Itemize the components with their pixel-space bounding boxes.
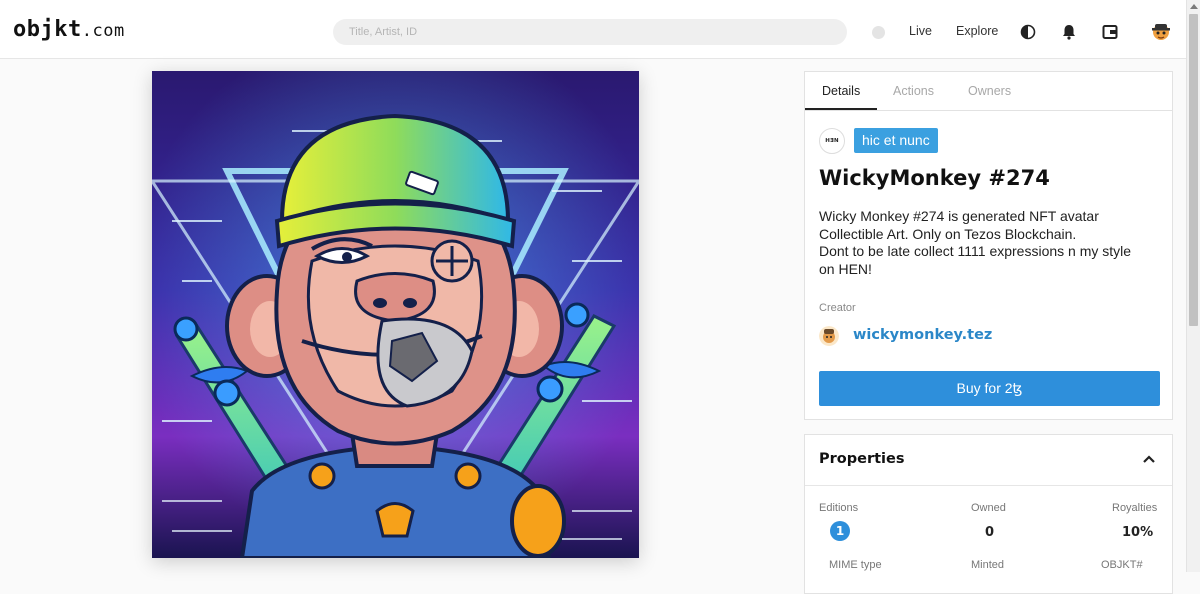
chevron-up-icon[interactable] [1141,452,1157,468]
top-navbar: objkt.com Live Explore [0,0,1186,59]
royalties-label: Royalties [1112,502,1158,514]
live-status-dot [872,26,885,39]
page-scrollbar[interactable] [1186,0,1200,572]
token-description: Wicky Monkey #274 is generated NFT avata… [819,208,1132,277]
nav-live-link[interactable]: Live [909,24,932,38]
tab-owners[interactable]: Owners [968,84,1011,98]
details-panel: Details Actions Owners HƎN hic et nunc W… [804,71,1173,420]
theme-toggle-icon[interactable] [1019,23,1037,41]
owned-label: Owned [971,502,1006,514]
platform-badge[interactable]: hic et nunc [854,128,938,153]
tab-actions[interactable]: Actions [893,84,934,98]
nft-artwork[interactable] [152,71,639,558]
creator-avatar[interactable] [819,326,839,346]
creator-label: Creator [819,302,856,314]
wallet-icon[interactable] [1101,23,1119,41]
properties-panel: Properties Editions 1 Owned 0 Royalties … [804,434,1173,594]
bell-icon[interactable] [1060,23,1078,41]
tab-details[interactable]: Details [822,84,860,98]
monkey-artwork-image [152,71,639,558]
properties-title: Properties [819,451,905,467]
editions-label: Editions [819,502,859,514]
minted-label: Minted [971,559,1005,571]
objkt-logo[interactable]: objkt.com [13,17,125,44]
creator-link[interactable]: wickymonkey.tez [853,327,992,343]
details-tabs: Details Actions Owners [805,72,1172,111]
mime-type-label: MIME type [829,559,882,571]
hen-platform-logo[interactable]: HƎN [819,128,845,154]
avatar[interactable] [1150,20,1172,42]
properties-header[interactable]: Properties [805,435,1172,486]
objkt-number-label: OBJKT# [1101,559,1143,571]
search-input[interactable] [333,19,847,45]
token-title: WickyMonkey #274 [819,166,1050,190]
buy-button[interactable]: Buy for 2ꜩ [819,371,1160,406]
scroll-thumb[interactable] [1189,14,1198,326]
royalties-value: 10% [1122,525,1154,540]
scroll-up-icon[interactable] [1190,4,1198,9]
editions-value: 1 [830,521,850,541]
active-tab-indicator [805,108,877,110]
owned-value: 0 [985,525,995,540]
nav-explore-link[interactable]: Explore [956,24,998,38]
logo-suffix: .com [81,21,125,41]
logo-main: objkt [13,17,82,42]
